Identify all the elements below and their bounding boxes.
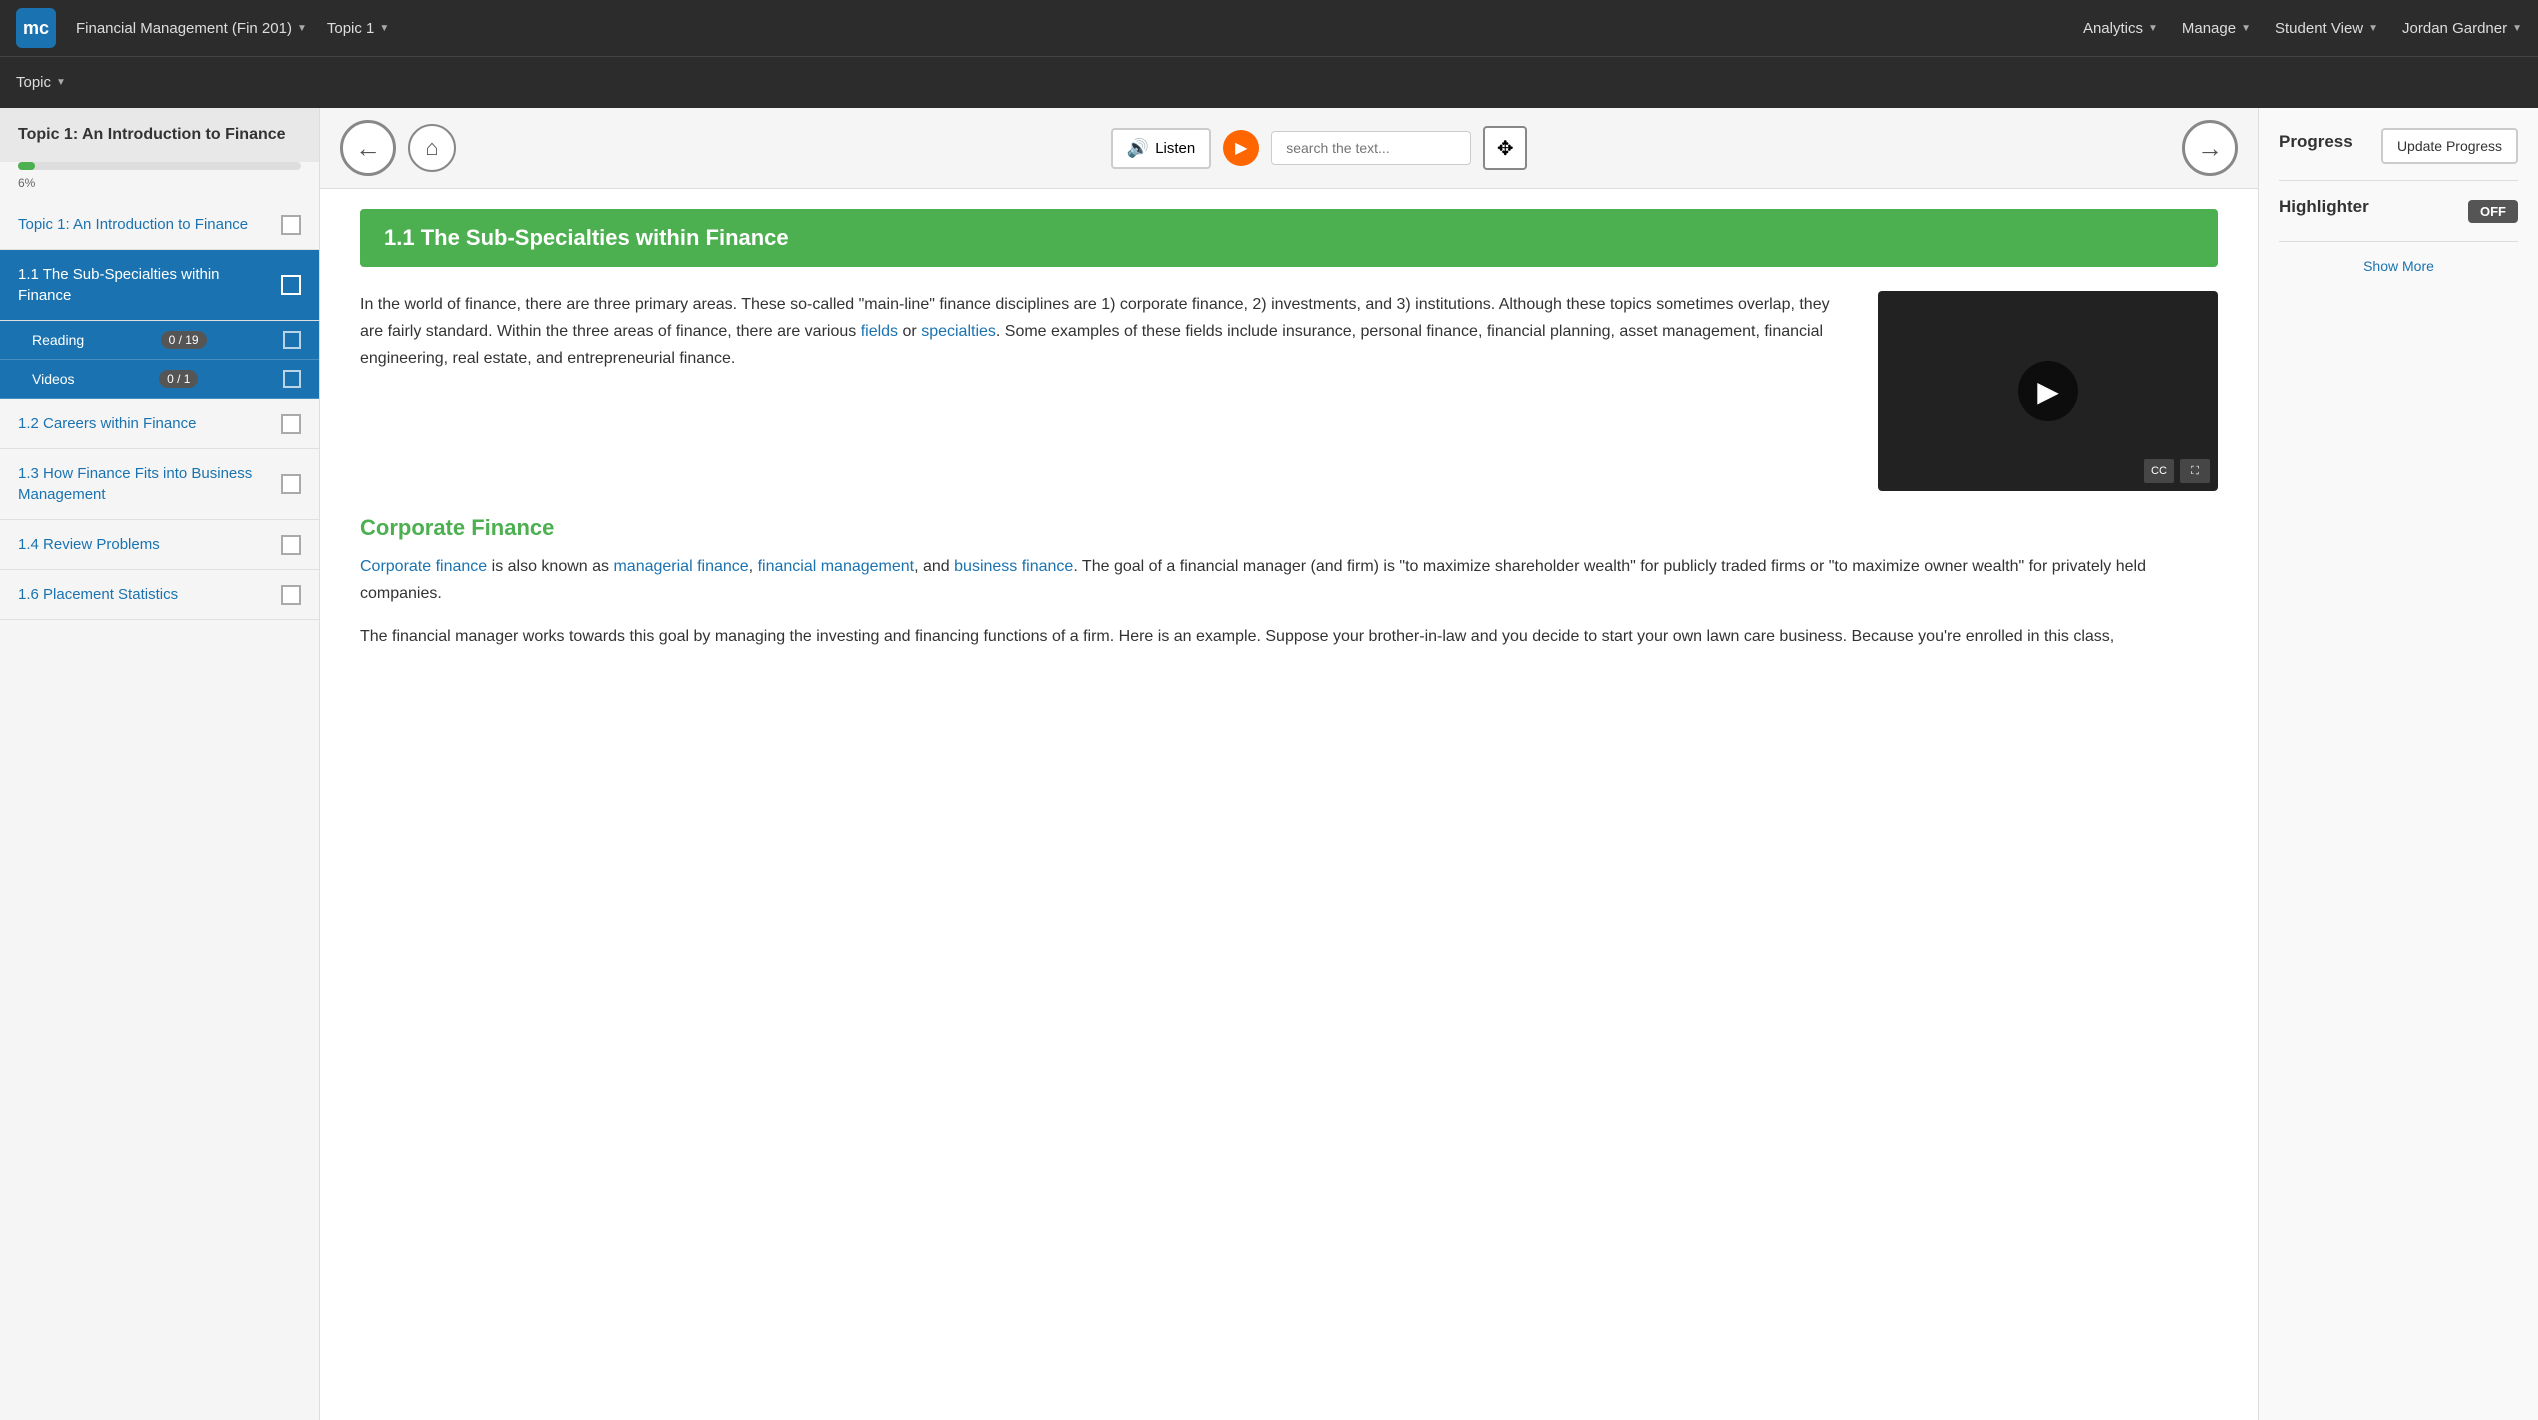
- sidebar-subitem-reading[interactable]: Reading 0 / 19: [0, 321, 319, 360]
- intro-paragraph: In the world of finance, there are three…: [360, 291, 1848, 491]
- right-divider-2: [2279, 241, 2518, 242]
- toolbar: ← ⌂ 🔊 Listen ▶ ✥ →: [320, 108, 2258, 189]
- specialties-link[interactable]: specialties: [921, 323, 996, 340]
- sidebar-item-1-4[interactable]: 1.4 Review Problems: [0, 520, 319, 570]
- video-fullscreen-button[interactable]: ⛶: [2180, 459, 2210, 483]
- logo-icon: mc: [16, 8, 56, 48]
- manage-dropdown[interactable]: Manage ▼: [2182, 20, 2251, 37]
- sidebar-item-1-2[interactable]: 1.2 Careers within Finance: [0, 399, 319, 449]
- sidebar-subcheckbox-reading[interactable]: [283, 331, 301, 349]
- main-area: Topic 1: An Introduction to Finance 6% T…: [0, 108, 2538, 1420]
- play-button[interactable]: ▶: [1223, 130, 1259, 166]
- sidebar-subitem-videos[interactable]: Videos 0 / 1: [0, 360, 319, 399]
- listen-icon: 🔊: [1127, 138, 1149, 159]
- sidebar-subcheckbox-videos[interactable]: [283, 370, 301, 388]
- sidebar-checkbox-topic-intro[interactable]: [281, 215, 301, 235]
- user-menu[interactable]: Jordan Gardner ▼: [2402, 20, 2522, 37]
- sidebar-item-1-3[interactable]: 1.3 How Finance Fits into Business Manag…: [0, 449, 319, 520]
- toolbar-center: 🔊 Listen ▶ ✥: [468, 126, 2170, 170]
- listen-button[interactable]: 🔊 Listen: [1111, 128, 1211, 169]
- video-controls: CC ⛶: [2144, 459, 2210, 483]
- analytics-dropdown[interactable]: Analytics ▼: [2083, 20, 2158, 37]
- sidebar-item-1-1[interactable]: 1.1 The Sub-Specialties within Finance: [0, 250, 319, 321]
- manage-dropdown-arrow: ▼: [2241, 23, 2251, 34]
- highlighter-label: Highlighter: [2279, 197, 2369, 217]
- topic-dropdown[interactable]: Topic 1 ▼: [327, 20, 389, 37]
- user-menu-arrow: ▼: [2512, 23, 2522, 34]
- sidebar-subitems-1-1: Reading 0 / 19 Videos 0 / 1: [0, 321, 319, 399]
- business-finance-link[interactable]: business finance: [954, 558, 1073, 575]
- topic-dropdown-arrow: ▼: [379, 23, 389, 34]
- student-view-dropdown[interactable]: Student View ▼: [2275, 20, 2378, 37]
- sidebar-checkbox-1-4[interactable]: [281, 535, 301, 555]
- sidebar: Topic 1: An Introduction to Finance 6% T…: [0, 108, 320, 1420]
- right-divider-1: [2279, 180, 2518, 181]
- update-progress-button[interactable]: Update Progress: [2381, 128, 2518, 164]
- highlighter-row: Highlighter OFF: [2279, 197, 2518, 225]
- second-nav-topic[interactable]: Topic ▼: [16, 74, 66, 91]
- video-cc-button[interactable]: CC: [2144, 459, 2174, 483]
- course-title-dropdown[interactable]: Financial Management (Fin 201) ▼: [76, 20, 307, 37]
- second-nav-topic-arrow: ▼: [56, 77, 66, 88]
- progress-bar-container: [18, 162, 301, 170]
- content-area: ← ⌂ 🔊 Listen ▶ ✥ → 1.1 The Sub-Specialti…: [320, 108, 2258, 1420]
- subsection-title-corporate: Corporate Finance: [360, 515, 2218, 541]
- highlighter-toggle[interactable]: OFF: [2468, 200, 2518, 223]
- progress-label: 6%: [0, 174, 319, 200]
- video-thumbnail[interactable]: ▶ CC ⛶: [1878, 291, 2218, 491]
- show-more-link[interactable]: Show More: [2279, 258, 2518, 274]
- sidebar-checkbox-1-1[interactable]: [281, 275, 301, 295]
- content-body: In the world of finance, there are three…: [360, 291, 2218, 491]
- progress-bar-fill: [18, 162, 35, 170]
- videos-badge: 0 / 1: [159, 370, 198, 388]
- sidebar-item-1-6[interactable]: 1.6 Placement Statistics: [0, 570, 319, 620]
- forward-button[interactable]: →: [2182, 120, 2238, 176]
- analytics-dropdown-arrow: ▼: [2148, 23, 2158, 34]
- expand-button[interactable]: ✥: [1483, 126, 1527, 170]
- sidebar-checkbox-1-3[interactable]: [281, 474, 301, 494]
- top-nav-right: Analytics ▼ Manage ▼ Student View ▼ Jord…: [2083, 20, 2522, 37]
- back-button[interactable]: ←: [340, 120, 396, 176]
- corporate-finance-link[interactable]: Corporate finance: [360, 558, 487, 575]
- sidebar-checkbox-1-6[interactable]: [281, 585, 301, 605]
- reading-content: 1.1 The Sub-Specialties within Finance I…: [320, 189, 2258, 1420]
- financial-management-link[interactable]: financial management: [758, 558, 915, 575]
- managerial-finance-link[interactable]: managerial finance: [613, 558, 748, 575]
- sidebar-item-topic-intro[interactable]: Topic 1: An Introduction to Finance: [0, 200, 319, 250]
- fields-link[interactable]: fields: [861, 323, 898, 340]
- search-input[interactable]: [1271, 131, 1471, 165]
- home-button[interactable]: ⌂: [408, 124, 456, 172]
- video-play-button[interactable]: ▶: [2018, 361, 2078, 421]
- body-paragraph-2: The financial manager works towards this…: [360, 623, 2218, 650]
- top-nav: mc Financial Management (Fin 201) ▼ Topi…: [0, 0, 2538, 56]
- section-header: 1.1 The Sub-Specialties within Finance: [360, 209, 2218, 267]
- reading-badge: 0 / 19: [161, 331, 207, 349]
- right-panel: Progress Update Progress Highlighter OFF…: [2258, 108, 2538, 1420]
- corporate-finance-paragraph: Corporate finance is also known as manag…: [360, 553, 2218, 607]
- progress-section-title: Progress: [2279, 132, 2353, 152]
- student-view-dropdown-arrow: ▼: [2368, 23, 2378, 34]
- sidebar-checkbox-1-2[interactable]: [281, 414, 301, 434]
- second-nav: Topic ▼: [0, 56, 2538, 108]
- sidebar-title: Topic 1: An Introduction to Finance: [0, 108, 319, 162]
- course-dropdown-arrow: ▼: [297, 23, 307, 34]
